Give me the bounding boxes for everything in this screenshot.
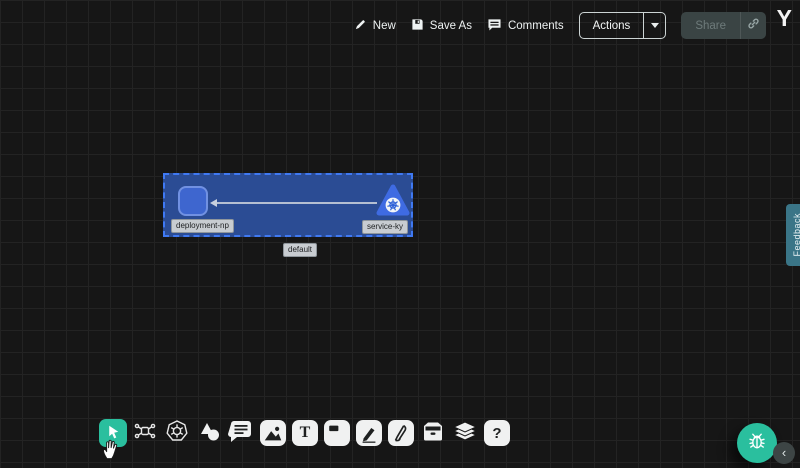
share-button-group: Share bbox=[681, 12, 766, 39]
comments-label: Comments bbox=[508, 20, 564, 32]
pen-tool[interactable] bbox=[355, 419, 383, 447]
bug-icon bbox=[746, 430, 768, 457]
actions-button[interactable]: Actions bbox=[579, 12, 667, 39]
new-label: New bbox=[373, 20, 396, 32]
collapse-panel-button[interactable]: ‹ bbox=[773, 442, 795, 464]
new-button[interactable]: New bbox=[354, 18, 396, 34]
top-toolbar: New Save As Comments Actions Share bbox=[354, 12, 766, 39]
namespace-label[interactable]: default bbox=[283, 243, 317, 257]
selection-group[interactable]: deployment-np service-ky bbox=[163, 173, 413, 237]
actions-label: Actions bbox=[580, 13, 644, 38]
flow-diagram-tool[interactable] bbox=[131, 419, 159, 447]
caret-down-icon bbox=[651, 23, 659, 28]
select-tool[interactable] bbox=[99, 419, 127, 447]
shapes-tool[interactable] bbox=[195, 419, 223, 447]
shapes-icon bbox=[197, 419, 221, 448]
pencil-tool[interactable] bbox=[387, 419, 415, 447]
comment-icon bbox=[487, 18, 502, 34]
comments-button[interactable]: Comments bbox=[487, 18, 564, 34]
layers-tool[interactable] bbox=[451, 419, 479, 447]
kubernetes-tool[interactable] bbox=[163, 419, 191, 447]
flow-diagram-icon bbox=[133, 419, 157, 448]
bottom-toolbar: T bbox=[99, 419, 511, 447]
help-tool[interactable]: ? bbox=[483, 419, 511, 447]
save-as-button[interactable]: Save As bbox=[411, 18, 472, 34]
actions-dropdown-toggle[interactable] bbox=[643, 13, 665, 38]
app-root: { "app": { "logo_text": "Y" }, "top_tool… bbox=[0, 0, 800, 468]
link-icon bbox=[747, 17, 760, 35]
app-logo: Y bbox=[777, 5, 793, 32]
connector-line[interactable] bbox=[216, 202, 377, 204]
comment-tool[interactable] bbox=[227, 419, 255, 447]
k8s-service-node[interactable] bbox=[376, 184, 410, 217]
image-icon bbox=[260, 420, 286, 446]
text-tool[interactable]: T bbox=[291, 419, 319, 447]
comment-bubble-icon bbox=[228, 418, 254, 449]
archive-box-icon bbox=[420, 418, 446, 449]
archive-tool[interactable] bbox=[419, 419, 447, 447]
note-tool[interactable] bbox=[323, 419, 351, 447]
pencil-icon bbox=[354, 18, 367, 34]
save-icon bbox=[411, 18, 424, 34]
copy-link-button[interactable] bbox=[740, 12, 766, 39]
feedback-tab-label: Feedback bbox=[792, 213, 800, 257]
pen-icon bbox=[356, 420, 382, 446]
pencil-icon-tool bbox=[388, 420, 414, 446]
layers-icon bbox=[452, 418, 478, 449]
share-button[interactable]: Share bbox=[681, 12, 740, 39]
connector-arrowhead-icon bbox=[210, 199, 217, 207]
k8s-deployment-node[interactable] bbox=[178, 186, 208, 216]
chevron-left-icon: ‹ bbox=[782, 446, 786, 459]
image-tool[interactable] bbox=[259, 419, 287, 447]
text-icon: T bbox=[292, 420, 318, 446]
node-label-deployment[interactable]: deployment-np bbox=[171, 219, 234, 233]
feedback-tab[interactable]: Feedback bbox=[786, 204, 800, 266]
report-bug-button[interactable] bbox=[737, 423, 777, 463]
kubernetes-icon bbox=[165, 419, 189, 448]
note-icon bbox=[324, 420, 350, 446]
node-label-service[interactable]: service-ky bbox=[362, 220, 408, 234]
question-mark-icon: ? bbox=[484, 420, 510, 446]
save-as-label: Save As bbox=[430, 20, 472, 32]
cursor-arrow-icon bbox=[104, 422, 122, 445]
